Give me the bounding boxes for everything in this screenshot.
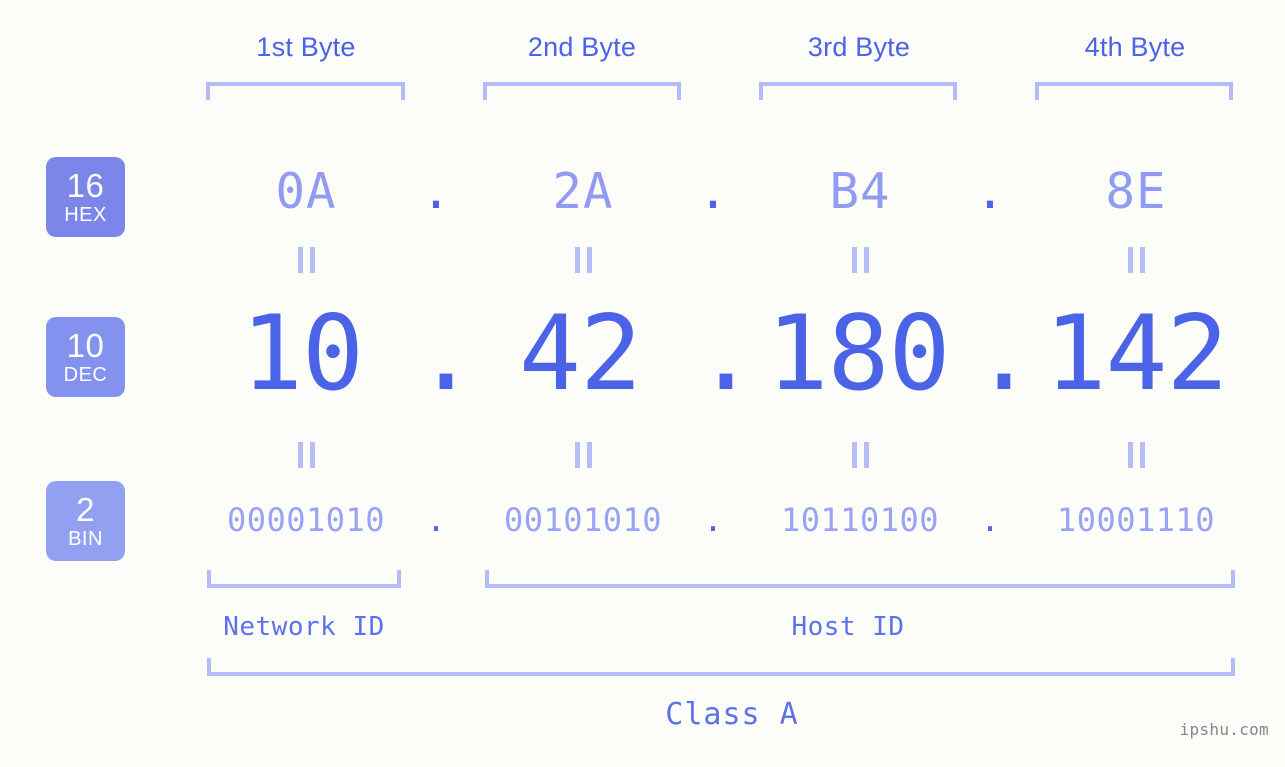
bin-row: 00001010 . 00101010 . 10110100 . 1000111… (150, 492, 1260, 548)
host-id-label: Host ID (791, 612, 905, 642)
network-id-label: Network ID (223, 612, 385, 642)
dec-octet-4: 142 (1044, 294, 1228, 414)
bin-separator-1: . (426, 501, 446, 539)
base-badge-bin: 2 BIN (46, 481, 125, 561)
bin-octet-2: 00101010 (503, 501, 663, 539)
equals-connector-hex-dec-1 (176, 247, 436, 273)
base-badge-bin-name: BIN (68, 528, 103, 550)
watermark: ipshu.com (1179, 720, 1269, 739)
hex-separator-2: . (698, 163, 728, 220)
hex-octet-3: B4 (829, 163, 891, 220)
equals-connector-dec-bin-2 (453, 442, 713, 468)
hex-separator-3: . (975, 163, 1005, 220)
class-bracket (207, 658, 1235, 676)
dec-row: 10 . 42 . 180 . 142 (150, 296, 1260, 412)
base-badge-bin-number: 2 (76, 491, 95, 528)
base-badge-hex-number: 16 (66, 167, 105, 204)
bin-separator-2: . (703, 501, 723, 539)
equals-connector-hex-dec-2 (453, 247, 713, 273)
hex-octet-1: 0A (275, 163, 337, 220)
base-badge-dec-number: 10 (66, 327, 105, 364)
equals-connector-dec-bin-1 (176, 442, 436, 468)
bin-octet-1: 00001010 (226, 501, 386, 539)
bin-octet-3: 10110100 (780, 501, 940, 539)
ip-breakdown-diagram: 1st Byte 2nd Byte 3rd Byte 4th Byte 16 H… (0, 0, 1285, 767)
dec-octet-2: 42 (518, 294, 642, 414)
class-label: Class A (665, 697, 799, 732)
equals-connector-dec-bin-3 (730, 442, 990, 468)
base-badge-hex: 16 HEX (46, 157, 125, 237)
hex-octet-2: 2A (552, 163, 614, 220)
byte-header-3: 3rd Byte (807, 32, 911, 62)
equals-connector-hex-dec-4 (1006, 247, 1266, 273)
byte-header-1: 1st Byte (256, 32, 356, 62)
byte-header-2: 2nd Byte (527, 32, 637, 62)
byte-bracket-1 (206, 82, 405, 100)
equals-connector-hex-dec-3 (730, 247, 990, 273)
hex-separator-1: . (421, 163, 451, 220)
byte-bracket-3 (759, 82, 957, 100)
dec-octet-1: 10 (240, 294, 364, 414)
byte-bracket-2 (483, 82, 681, 100)
dec-separator-1: . (415, 294, 478, 414)
bin-octet-4: 10001110 (1056, 501, 1216, 539)
host-id-bracket (485, 570, 1235, 588)
base-badge-hex-name: HEX (64, 204, 107, 226)
byte-header-4: 4th Byte (1084, 32, 1186, 62)
bin-separator-3: . (980, 501, 1000, 539)
base-badge-dec-name: DEC (63, 364, 108, 386)
base-badge-dec: 10 DEC (46, 317, 125, 397)
hex-row: 0A . 2A . B4 . 8E (150, 152, 1260, 232)
hex-octet-4: 8E (1105, 163, 1167, 220)
dec-octet-3: 180 (766, 294, 950, 414)
byte-bracket-4 (1035, 82, 1233, 100)
network-id-bracket (207, 570, 401, 588)
equals-connector-dec-bin-4 (1006, 442, 1266, 468)
